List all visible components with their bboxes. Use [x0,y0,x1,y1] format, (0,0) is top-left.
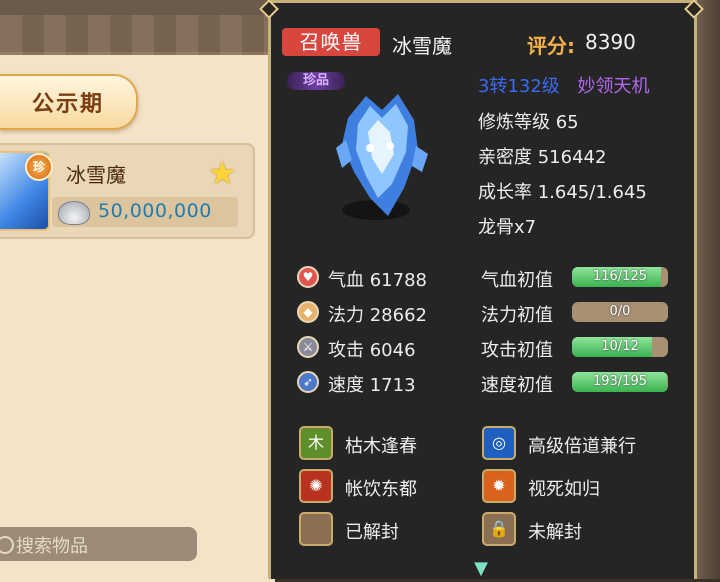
swirl-skill-icon[interactable]: ◎ [482,426,516,460]
speed-icon: ➶ [297,371,319,393]
init-bar-attack: 10/12 [572,337,668,357]
init-bar-speed: 193/195 [572,372,668,392]
bar-label: 10/12 [601,339,639,354]
search-input[interactable]: 搜索物品 [0,527,197,561]
sword-icon: ⚔ [297,336,319,358]
score-label: 评分: [527,34,575,58]
init-bar-mp: 0/0 [572,302,668,322]
rare-badge: 珍 [25,153,53,181]
special-skill: 妙领天机 [577,76,650,97]
listing-card[interactable]: 珍 冰雪魔 ★ 50,000,000 [0,143,255,239]
stat-speed: 速度 1713 [328,375,416,396]
listing-name: 冰雪魔 [66,163,126,187]
skill-name: 高级倍道兼行 [528,436,636,457]
init-label-attack: 攻击初值 [481,340,553,361]
tab-label: 公示期 [31,92,104,117]
mana-icon: ◆ [297,301,319,323]
search-placeholder: 搜索物品 [16,536,88,557]
skill-name: 未解封 [528,522,582,543]
chevron-down-icon[interactable]: ▼ [468,560,494,578]
stat-hp: 气血 61788 [328,270,427,291]
silver-ingot-icon [58,201,90,225]
score-value: 8390 [585,30,636,54]
stat-mp: 法力 28662 [328,305,427,326]
skill-name: 视死如归 [528,479,600,500]
init-label-mp: 法力初值 [481,305,553,326]
listing-price: 50,000,000 [98,200,212,222]
leaf-skill-icon[interactable]: 木 [299,426,333,460]
init-label-hp: 气血初值 [481,270,553,291]
flame-skill-icon[interactable]: ✺ [299,469,333,503]
init-bar-hp: 116/125 [572,267,668,287]
skill-name: 枯木逢春 [345,436,417,457]
tab-announcement-period[interactable]: 公示期 [0,74,138,130]
market-board [0,15,275,582]
price-row: 50,000,000 [52,197,238,227]
bar-label: 0/0 [609,304,631,319]
init-label-speed: 速度初值 [481,375,553,396]
reincarnation-level: 3转132级 妙领天机 [478,76,650,97]
lock-icon[interactable]: 🔒 [482,512,516,546]
growth-rate: 成长率 1.645/1.645 [478,182,647,203]
heart-icon: ♥ [297,266,319,288]
search-icon [0,536,14,554]
empty-slot-icon[interactable] [299,512,333,546]
stat-attack: 攻击 6046 [328,340,416,361]
pet-name: 冰雪魔 [392,34,452,58]
skill-name: 已解封 [345,522,399,543]
dragon-bone: 龙骨x7 [478,217,537,238]
intimacy: 亲密度 516442 [478,147,607,168]
background-edge [697,0,720,579]
fire-skill-icon[interactable]: ✹ [482,469,516,503]
skill-name: 帐饮东都 [345,479,417,500]
bar-label: 116/125 [592,269,647,284]
star-icon[interactable]: ★ [208,157,240,189]
ice-demon-pet-image [336,94,428,220]
summon-type-tag: 召唤兽 [282,28,380,56]
cultivation-level: 修炼等级 65 [478,112,579,133]
bar-label: 193/195 [592,374,647,389]
